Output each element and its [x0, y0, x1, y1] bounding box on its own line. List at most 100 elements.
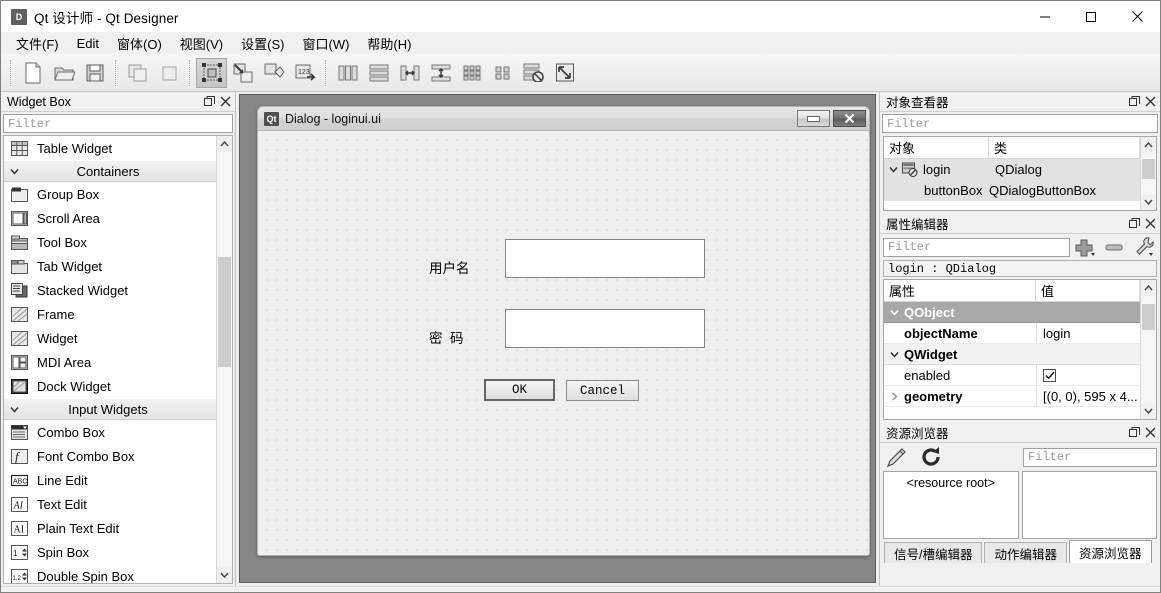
- widget-item-scroll-area[interactable]: Scroll Area: [4, 206, 216, 230]
- widget-item-spin-box[interactable]: 1 Spin Box: [4, 540, 216, 564]
- widget-box-scrollbar[interactable]: [216, 136, 232, 583]
- float-icon[interactable]: [1126, 216, 1142, 232]
- widget-category-input-widgets[interactable]: Input Widgets: [4, 398, 216, 420]
- remove-property-button[interactable]: [1102, 236, 1128, 258]
- property-group-qobject[interactable]: QObject: [884, 302, 1140, 323]
- password-input[interactable]: [505, 309, 705, 348]
- chevron-down-icon[interactable]: [884, 309, 904, 316]
- property-filter-input[interactable]: Filter: [883, 237, 1070, 257]
- edit-buddies-button[interactable]: [258, 58, 289, 88]
- menu-view[interactable]: 视图(V): [171, 32, 232, 55]
- property-value[interactable]: login: [1036, 323, 1140, 343]
- scroll-up-button[interactable]: [217, 136, 232, 152]
- scrollbar-thumb[interactable]: [1142, 159, 1155, 179]
- maximize-button[interactable]: [1068, 1, 1114, 32]
- layout-form-button[interactable]: [487, 58, 518, 88]
- widget-item-stacked-widget[interactable]: Stacked Widget: [4, 278, 216, 302]
- tab-action-editor[interactable]: 动作编辑器: [984, 542, 1067, 563]
- edit-tab-order-button[interactable]: 123: [289, 58, 320, 88]
- add-property-button[interactable]: [1073, 236, 1099, 258]
- tab-signal-slot-editor[interactable]: 信号/槽编辑器: [884, 542, 983, 563]
- save-form-button[interactable]: [79, 58, 110, 88]
- new-form-button[interactable]: [17, 58, 48, 88]
- scroll-down-button[interactable]: [1141, 403, 1156, 419]
- edit-signals-slots-button[interactable]: [227, 58, 258, 88]
- resource-filter-input[interactable]: Filter: [1023, 447, 1157, 467]
- widget-item-double-spin-box[interactable]: 1.2 Double Spin Box: [4, 564, 216, 583]
- close-icon[interactable]: [1142, 94, 1158, 110]
- form-dialog-titlebar[interactable]: Qt Dialog - loginui.ui: [258, 107, 869, 131]
- open-form-button[interactable]: [48, 58, 79, 88]
- resource-tree-pane[interactable]: <resource root>: [883, 471, 1019, 539]
- property-row-geometry[interactable]: geometry [(0, 0), 595 x 4...: [884, 386, 1140, 407]
- scrollbar-thumb[interactable]: [1142, 304, 1155, 330]
- adjust-size-button[interactable]: [549, 58, 580, 88]
- float-icon[interactable]: [201, 94, 217, 110]
- property-row-objectname[interactable]: objectName login: [884, 323, 1140, 344]
- form-dialog-window[interactable]: Qt Dialog - loginui.ui 用户名 密 码 OK Cancel: [257, 106, 870, 556]
- object-row-buttonbox[interactable]: buttonBox QDialogButtonBox: [884, 180, 1140, 201]
- enabled-checkbox[interactable]: [1043, 368, 1056, 382]
- scrollbar-thumb[interactable]: [218, 257, 231, 367]
- chevron-down-icon[interactable]: [884, 166, 902, 173]
- edit-widgets-button[interactable]: [196, 57, 227, 88]
- property-row-enabled[interactable]: enabled: [884, 365, 1140, 386]
- object-row-login[interactable]: login QDialog: [884, 159, 1140, 180]
- chevron-right-icon[interactable]: [884, 391, 904, 401]
- menu-window[interactable]: 窗口(W): [293, 32, 358, 55]
- layout-grid-button[interactable]: [456, 58, 487, 88]
- column-value[interactable]: 值: [1036, 280, 1140, 301]
- widget-item-plain-text-edit[interactable]: AI Plain Text Edit: [4, 516, 216, 540]
- tab-resource-browser[interactable]: 资源浏览器: [1069, 540, 1152, 563]
- form-dialog-minimize-button[interactable]: [797, 110, 830, 127]
- widget-item-group-box[interactable]: Group Box: [4, 182, 216, 206]
- reload-resources-button[interactable]: [919, 446, 945, 468]
- widget-item-tab-widget[interactable]: Tab Widget: [4, 254, 216, 278]
- cancel-button[interactable]: Cancel: [566, 380, 639, 401]
- float-icon[interactable]: [1126, 94, 1142, 110]
- resource-preview-pane[interactable]: [1021, 471, 1157, 539]
- undo-button[interactable]: [122, 58, 153, 88]
- password-label[interactable]: 密 码: [429, 327, 464, 347]
- close-icon[interactable]: [1142, 425, 1158, 441]
- widget-item-widget[interactable]: Widget: [4, 326, 216, 350]
- menu-settings[interactable]: 设置(S): [232, 32, 293, 55]
- widget-item-table-widget[interactable]: Table Widget: [4, 136, 216, 160]
- form-dialog-canvas[interactable]: 用户名 密 码 OK Cancel: [258, 131, 869, 555]
- layout-horizontal-splitter-button[interactable]: [394, 58, 425, 88]
- edit-resources-button[interactable]: [883, 446, 909, 468]
- column-object[interactable]: 对象: [884, 137, 989, 158]
- layout-horizontally-button[interactable]: [332, 58, 363, 88]
- float-icon[interactable]: [1126, 425, 1142, 441]
- object-inspector-filter-input[interactable]: Filter: [882, 114, 1158, 133]
- scroll-up-button[interactable]: [1141, 280, 1156, 296]
- configure-property-button[interactable]: [1131, 236, 1157, 258]
- scroll-down-button[interactable]: [217, 567, 232, 583]
- chevron-down-icon[interactable]: [884, 351, 904, 358]
- widget-item-line-edit[interactable]: ABC Line Edit: [4, 468, 216, 492]
- widget-item-combo-box[interactable]: Combo Box: [4, 420, 216, 444]
- ok-button[interactable]: OK: [484, 379, 555, 401]
- menu-help[interactable]: 帮助(H): [358, 32, 420, 55]
- menu-edit[interactable]: Edit: [68, 34, 108, 53]
- design-canvas[interactable]: Qt Dialog - loginui.ui 用户名 密 码 OK Cancel: [239, 94, 876, 583]
- break-layout-button[interactable]: [518, 58, 549, 88]
- column-property[interactable]: 属性: [884, 280, 1036, 301]
- property-value[interactable]: [1036, 365, 1140, 385]
- widget-item-frame[interactable]: Frame: [4, 302, 216, 326]
- menu-form[interactable]: 窗体(O): [108, 32, 171, 55]
- widget-item-tool-box[interactable]: Tool Box: [4, 230, 216, 254]
- widget-box-filter-input[interactable]: Filter: [3, 114, 233, 133]
- scrollbar-track[interactable]: [217, 152, 232, 567]
- property-value[interactable]: [(0, 0), 595 x 4...: [1036, 386, 1140, 406]
- username-input[interactable]: [505, 239, 705, 278]
- widget-item-font-combo-box[interactable]: f Font Combo Box: [4, 444, 216, 468]
- scroll-up-button[interactable]: [1141, 137, 1156, 153]
- property-editor-scrollbar[interactable]: [1140, 280, 1156, 419]
- close-icon[interactable]: [217, 94, 233, 110]
- widget-item-mdi-area[interactable]: MDI Area: [4, 350, 216, 374]
- property-group-qwidget[interactable]: QWidget: [884, 344, 1140, 365]
- close-button[interactable]: [1114, 1, 1160, 32]
- form-dialog-close-button[interactable]: [833, 110, 866, 127]
- close-icon[interactable]: [1142, 216, 1158, 232]
